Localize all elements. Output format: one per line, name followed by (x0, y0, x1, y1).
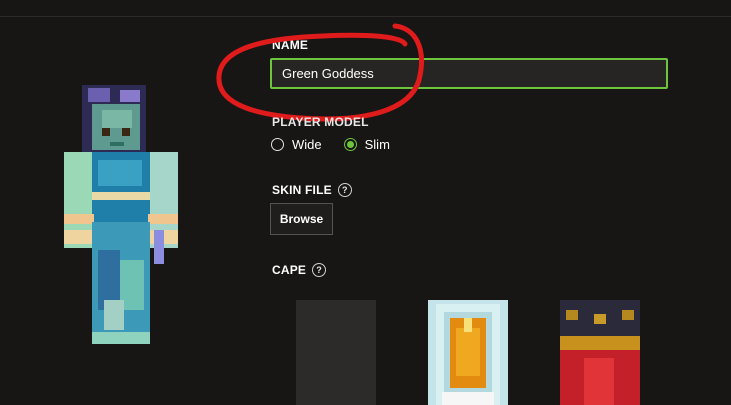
skin-eye (102, 128, 110, 136)
cape-yellow-emblem-light (456, 328, 480, 376)
skin-mouth (110, 142, 124, 146)
skin-belt (92, 192, 150, 200)
cape-red-body-light (584, 358, 614, 405)
skin-eye (122, 128, 130, 136)
cape-red-trim (594, 314, 606, 324)
skin-hair-highlight (88, 88, 110, 102)
cape-label-text: CAPE (272, 263, 307, 277)
skin-hair-highlight (120, 90, 140, 102)
skin-sleeve-accent (154, 230, 164, 264)
cape-option-none[interactable] (296, 300, 376, 405)
skin-face-shade (102, 110, 132, 128)
player-model-label-text: PLAYER MODEL (272, 115, 369, 129)
skin-torso-highlight (98, 160, 142, 186)
skin-skirt-light (104, 300, 124, 330)
skin-foot (92, 332, 150, 344)
skin-preview (58, 80, 193, 348)
cape-yellow-emblem-top (464, 318, 472, 332)
radio-wide[interactable]: Wide (271, 137, 322, 152)
cape-option-yellow[interactable] (428, 300, 508, 405)
browse-button[interactable]: Browse (270, 203, 333, 235)
cape-yellow-base (442, 392, 494, 405)
skin-file-label: SKIN FILE ? (272, 183, 352, 197)
radio-slim-label: Slim (364, 137, 390, 152)
name-label-text: NAME (272, 38, 309, 52)
top-divider (0, 16, 731, 17)
name-input[interactable] (270, 58, 668, 89)
skin-file-label-text: SKIN FILE (272, 183, 332, 197)
skin-cuff (148, 214, 178, 224)
player-model-label: PLAYER MODEL (272, 115, 369, 129)
skin-editor-page: NAME PLAYER MODEL Wide Slim SKIN FILE ? … (0, 0, 731, 405)
player-model-radio-group: Wide Slim (271, 137, 390, 152)
radio-unchecked-icon[interactable] (271, 138, 284, 151)
cape-red-band (560, 336, 640, 350)
radio-wide-label: Wide (292, 137, 322, 152)
radio-checked-icon[interactable] (343, 138, 357, 151)
cape-option-red[interactable] (560, 300, 640, 405)
skin-cuff (64, 214, 94, 224)
cape-red-trim (566, 310, 578, 320)
question-circle-icon[interactable]: ? (337, 183, 352, 197)
name-label: NAME (272, 38, 308, 52)
cape-red-trim (622, 310, 634, 320)
radio-slim[interactable]: Slim (343, 137, 390, 152)
cape-label: CAPE ? (272, 263, 327, 277)
skin-hand (64, 230, 94, 244)
question-circle-icon[interactable]: ? (312, 263, 327, 277)
